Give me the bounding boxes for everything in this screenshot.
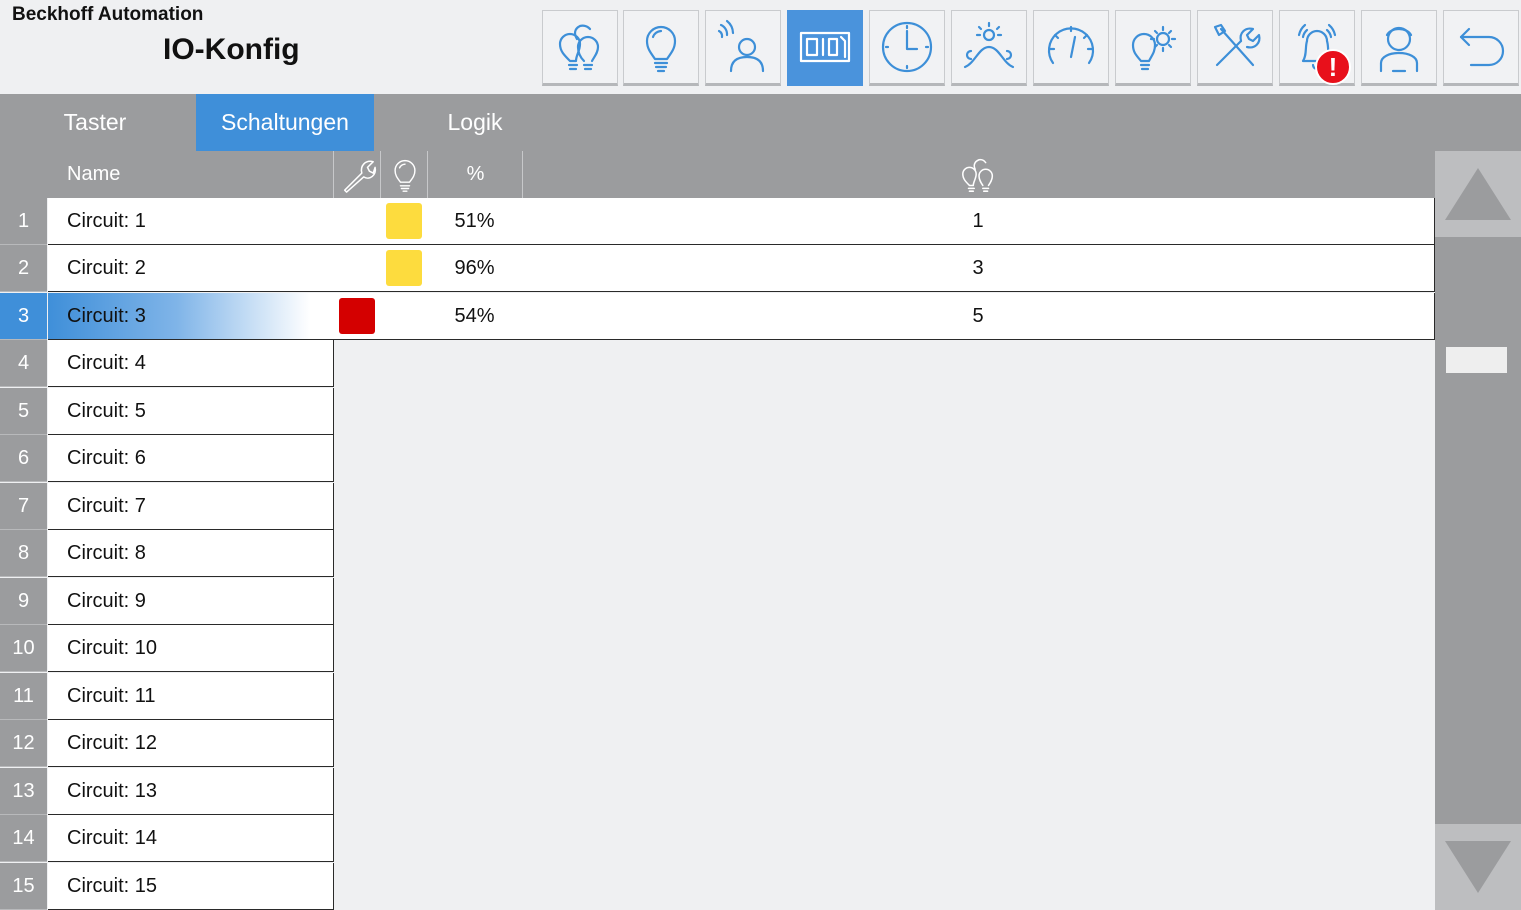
scrollbar[interactable] — [1435, 151, 1521, 910]
row-number: 2 — [0, 245, 47, 292]
row-number: 4 — [0, 340, 47, 387]
scroll-up-button[interactable] — [1435, 151, 1521, 237]
row-number: 8 — [0, 530, 47, 577]
row-number: 1 — [0, 198, 47, 245]
tools-button[interactable] — [1197, 10, 1273, 86]
user-button[interactable] — [1361, 10, 1437, 86]
circuit-name[interactable]: Circuit: 2 — [48, 245, 334, 292]
table-header: Name % — [0, 151, 1435, 198]
circuit-name[interactable]: Circuit: 13 — [48, 768, 334, 815]
column-header-group[interactable] — [522, 151, 1435, 198]
circuit-name[interactable]: Circuit: 6 — [48, 435, 334, 482]
state-cell[interactable] — [380, 293, 428, 340]
row-number: 13 — [0, 768, 47, 815]
schedule-button[interactable] — [869, 10, 945, 86]
io-config-icon — [799, 31, 851, 63]
circuit-name[interactable]: Circuit: 11 — [48, 673, 334, 720]
io-config-button[interactable] — [787, 10, 863, 86]
circuit-name[interactable]: Circuit: 10 — [48, 625, 334, 672]
lightbulb-icon — [645, 25, 677, 73]
circuit-name[interactable]: Circuit: 5 — [48, 388, 334, 435]
circuit-name[interactable]: Circuit: 8 — [48, 530, 334, 577]
page-title: IO-Konfig — [163, 33, 300, 66]
gauge-button[interactable] — [1033, 10, 1109, 86]
bulb-gear-icon — [1131, 25, 1177, 71]
daylight-button[interactable] — [951, 10, 1027, 86]
column-header-config[interactable] — [333, 151, 381, 198]
triangle-up-icon — [1445, 168, 1511, 220]
user-icon — [1379, 26, 1419, 73]
tab-schaltungen[interactable]: Schaltungen — [196, 94, 374, 151]
tab-bar: Taster Schaltungen Logik — [0, 94, 1521, 151]
tools-icon — [1213, 23, 1261, 67]
percent-cell[interactable]: 96% — [427, 245, 523, 292]
group-cell[interactable]: 3 — [522, 245, 1435, 292]
bulb-group-button[interactable] — [542, 10, 618, 86]
circuit-name[interactable]: Circuit: 14 — [48, 815, 334, 862]
circuit-name[interactable]: Circuit: 4 — [48, 340, 334, 387]
circuit-name[interactable]: Circuit: 3 — [48, 293, 334, 340]
circuit-name[interactable]: Circuit: 9 — [48, 578, 334, 625]
state-indicator — [385, 203, 422, 239]
company-name: Beckhoff Automation — [12, 4, 204, 25]
row-number: 6 — [0, 435, 47, 482]
column-header-percent[interactable]: % — [427, 151, 523, 198]
percent-cell[interactable]: 54% — [427, 293, 523, 340]
state-cell[interactable] — [380, 245, 428, 292]
circuit-name[interactable]: Circuit: 15 — [48, 863, 334, 910]
presence-button[interactable] — [705, 10, 781, 86]
config-cell[interactable] — [333, 293, 381, 340]
group-cell[interactable]: 5 — [522, 293, 1435, 340]
daylight-icon — [963, 21, 1015, 69]
gauge-icon — [1047, 25, 1095, 65]
column-header-name[interactable]: Name — [48, 151, 334, 198]
circuit-name[interactable]: Circuit: 12 — [48, 720, 334, 767]
row-number: 3 — [0, 293, 47, 340]
row-number: 12 — [0, 720, 47, 767]
row-number: 15 — [0, 863, 47, 910]
state-indicator — [385, 250, 422, 286]
header: Beckhoff Automation IO-Konfig ! — [0, 0, 1521, 94]
row-number: 9 — [0, 578, 47, 625]
back-icon — [1459, 27, 1505, 67]
clock-icon — [881, 21, 933, 73]
column-header-state[interactable] — [380, 151, 428, 198]
config-cell[interactable] — [333, 245, 381, 292]
percent-cell[interactable]: 51% — [427, 198, 523, 245]
back-button[interactable] — [1443, 10, 1519, 86]
state-cell[interactable] — [380, 198, 428, 245]
tab-logik[interactable]: Logik — [428, 94, 522, 151]
row-number: 10 — [0, 625, 47, 672]
scroll-down-button[interactable] — [1435, 824, 1521, 910]
row-number: 11 — [0, 673, 47, 720]
scroll-thumb[interactable] — [1446, 347, 1507, 373]
lightbulb-icon — [393, 159, 416, 192]
light-button[interactable] — [623, 10, 699, 86]
row-number: 5 — [0, 388, 47, 435]
row-number: 7 — [0, 483, 47, 530]
bulb-group-icon — [962, 158, 994, 192]
config-error-indicator — [338, 298, 375, 334]
wrench-icon — [343, 160, 376, 193]
presence-sensor-icon — [717, 19, 765, 73]
config-cell[interactable] — [333, 198, 381, 245]
row-number: 14 — [0, 815, 47, 862]
circuit-name[interactable]: Circuit: 1 — [48, 198, 334, 245]
alarm-badge: ! — [1315, 49, 1351, 85]
tab-taster[interactable]: Taster — [44, 94, 146, 151]
bulb-settings-button[interactable] — [1115, 10, 1191, 86]
triangle-down-icon — [1445, 841, 1511, 893]
alarm-button[interactable]: ! — [1279, 10, 1355, 86]
circuit-name[interactable]: Circuit: 7 — [48, 483, 334, 530]
group-cell[interactable]: 1 — [522, 198, 1435, 245]
bulb-group-icon — [558, 24, 600, 71]
